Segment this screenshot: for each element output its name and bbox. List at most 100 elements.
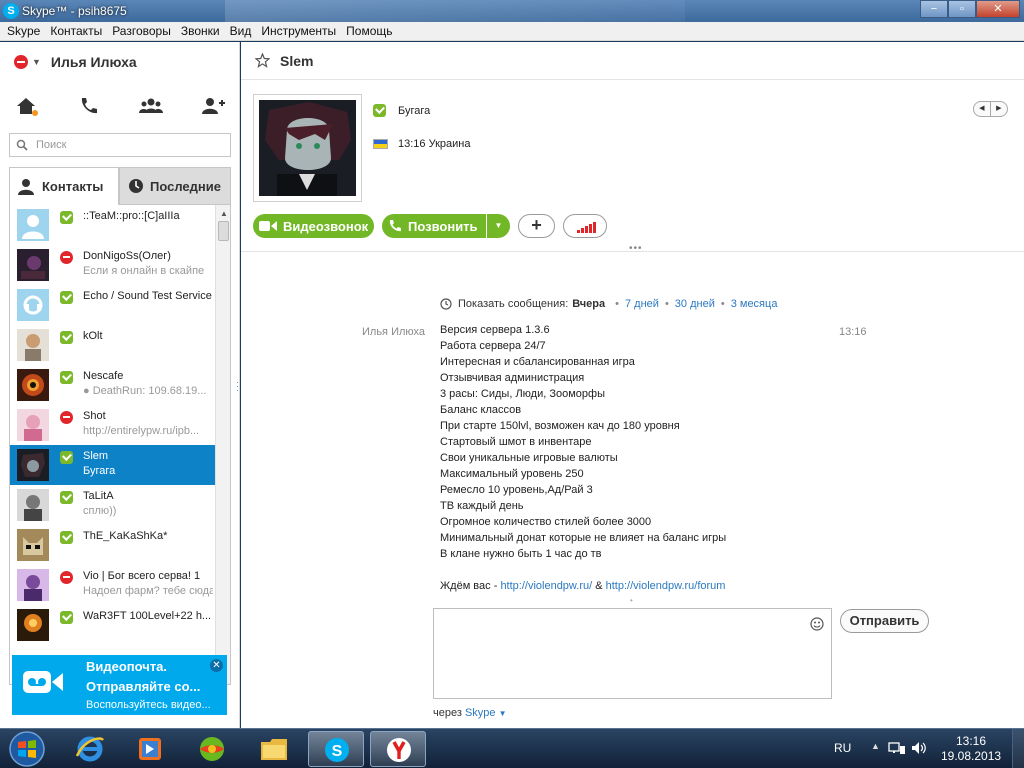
taskbar-skype[interactable]: S [308, 731, 364, 767]
contact-name: ThE_KaKaShKa* [83, 530, 168, 542]
tab-recent[interactable]: Последние [119, 167, 231, 205]
contact-tabs: Контакты Последние [9, 167, 231, 205]
menu-conversations[interactable]: Разговоры [109, 22, 178, 40]
status-busy-icon[interactable] [14, 55, 28, 69]
taskbar-yandex-browser[interactable] [370, 731, 426, 767]
search-box[interactable]: Поиск [9, 133, 231, 157]
start-button-icon[interactable] [4, 730, 50, 768]
network-icon[interactable] [888, 741, 906, 755]
composer-resize-handle[interactable]: • [630, 596, 633, 605]
tray-expand-icon[interactable]: ▲ [871, 741, 880, 751]
message-line: Максимальный уровень 250 [440, 468, 584, 480]
server-link[interactable]: http://violendpw.ru/ [500, 580, 592, 592]
chevron-down-icon[interactable]: ▼ [499, 709, 507, 718]
status-dropdown-icon[interactable]: ▼ [32, 57, 41, 67]
phone-icon [389, 220, 401, 232]
contact-item[interactable]: Echo / Sound Test Service [10, 285, 215, 325]
conversation-title: Slem [280, 53, 314, 69]
favorite-star-icon[interactable] [255, 53, 270, 68]
menu-contacts[interactable]: Контакты [47, 22, 109, 40]
message-line: 3 расы: Сиды, Люди, Зооморфы [440, 388, 605, 400]
status-online-icon [60, 211, 73, 224]
nav-toolbar [0, 94, 240, 120]
video-call-button[interactable]: Видеозвонок [253, 214, 374, 238]
tab-contacts[interactable]: Контакты [9, 167, 119, 205]
contact-name: Slem [83, 450, 109, 462]
panel-splitter[interactable]: · · · [236, 378, 239, 395]
call-quality-button[interactable] [563, 214, 607, 238]
clock-date: 19.08.2013 [941, 749, 1002, 763]
via-service-dropdown[interactable]: Skype [465, 707, 496, 719]
contact-list-scrollbar[interactable]: ▲ ▼ [215, 205, 230, 684]
home-icon[interactable] [14, 94, 40, 118]
taskbar-explorer[interactable] [246, 731, 302, 767]
group-icon[interactable] [138, 94, 164, 118]
maximize-button[interactable]: ▫ [948, 0, 976, 18]
pager-prev-button[interactable]: ◀ [974, 102, 991, 116]
call-button[interactable]: Позвонить [382, 214, 486, 238]
add-button[interactable]: + [518, 214, 555, 238]
contact-item[interactable]: WaR3FT 100Level+22 h... [10, 605, 215, 645]
add-contact-icon[interactable] [200, 94, 226, 118]
scroll-thumb[interactable] [218, 221, 229, 241]
close-button[interactable]: ✕ [976, 0, 1020, 18]
profile-name[interactable]: Илья Илюха [51, 54, 137, 70]
contact-mood: Если я онлайн в скайпе [83, 265, 205, 277]
emoticon-icon[interactable] [810, 617, 824, 631]
show-desktop-button[interactable] [1012, 729, 1024, 768]
taskbar-game[interactable] [184, 731, 240, 767]
contact-location-row: 13:16 Украина [373, 138, 470, 150]
menu-skype[interactable]: Skype [4, 22, 47, 40]
resize-handle[interactable]: ••• [629, 243, 643, 254]
history-30-days[interactable]: 30 дней [675, 298, 715, 310]
system-clock[interactable]: 13:16 19.08.2013 [941, 734, 1001, 764]
send-button[interactable]: Отправить [840, 609, 929, 633]
message-line: Стартовый шмот в инвентаре [440, 436, 592, 448]
contact-mood: http://entirelypw.ru/ipb... [83, 425, 200, 437]
status-busy-icon [60, 571, 73, 584]
promo-close-button[interactable]: ✕ [210, 659, 223, 672]
search-input[interactable]: Поиск [36, 139, 66, 151]
message-line: Минимальный донат которые не влияет на б… [440, 532, 727, 544]
history-label: Показать сообщения: [458, 298, 569, 310]
message-line: При старте 150lvl, возможен кач до 180 у… [440, 420, 680, 432]
contact-item[interactable]: Nescafe ● DeathRun: 109.68.19... [10, 365, 215, 405]
contact-item-selected[interactable]: Slem Бугага [10, 445, 215, 485]
profile-row[interactable]: ▼ Илья Илюха [14, 52, 137, 72]
contact-item[interactable]: kOlt [10, 325, 215, 365]
contact-item[interactable]: ::TeaM::pro::[C]aIIIa [10, 205, 215, 245]
history-7-days[interactable]: 7 дней [625, 298, 659, 310]
history-3-months[interactable]: 3 месяца [731, 298, 778, 310]
menu-help[interactable]: Помощь [343, 22, 399, 40]
minimize-button[interactable]: − [920, 0, 948, 18]
contact-location-text: 13:16 Украина [398, 138, 471, 150]
menu-calls[interactable]: Звонки [178, 22, 227, 40]
contact-item[interactable]: ThE_KaKaShKa* [10, 525, 215, 565]
send-via: через Skype ▼ [433, 707, 507, 719]
volume-icon[interactable] [910, 741, 928, 755]
history-yesterday[interactable]: Вчера [572, 298, 605, 310]
message-line: Работа сервера 24/7 [440, 340, 546, 352]
message-line: В клане нужно быть 1 час до тв [440, 548, 602, 560]
call-dropdown-button[interactable]: ▼ [487, 214, 510, 238]
history-separator: • [664, 298, 669, 310]
video-message-promo[interactable]: Видеопочта. Отправляйте со... Воспользуй… [12, 655, 227, 715]
avatar [17, 249, 49, 281]
message-input[interactable] [433, 608, 832, 699]
menu-view[interactable]: Вид [227, 22, 259, 40]
taskbar-media-player[interactable] [121, 731, 177, 767]
contact-item[interactable]: Shot http://entirelypw.ru/ipb... [10, 405, 215, 445]
contact-item[interactable]: Vio | Бог всего серва! 1 Надоел фарм? те… [10, 565, 215, 605]
history-clock-icon [440, 298, 452, 310]
menu-tools[interactable]: Инструменты [258, 22, 343, 40]
language-indicator[interactable]: RU [834, 741, 851, 755]
forum-link[interactable]: http://violendpw.ru/forum [606, 580, 726, 592]
search-icon [16, 139, 28, 151]
taskbar-internet-explorer[interactable] [62, 731, 118, 767]
contact-item[interactable]: TaLitA сплю)) [10, 485, 215, 525]
contact-item[interactable]: DonNigoSs(Олег) Если я онлайн в скайпе [10, 245, 215, 285]
scroll-up-icon[interactable]: ▲ [220, 209, 228, 218]
phone-icon[interactable] [76, 94, 102, 118]
message-line: Ремесло 10 уровень,Ад/Рай 3 [440, 484, 593, 496]
pager-next-button[interactable]: ▶ [991, 102, 1007, 116]
